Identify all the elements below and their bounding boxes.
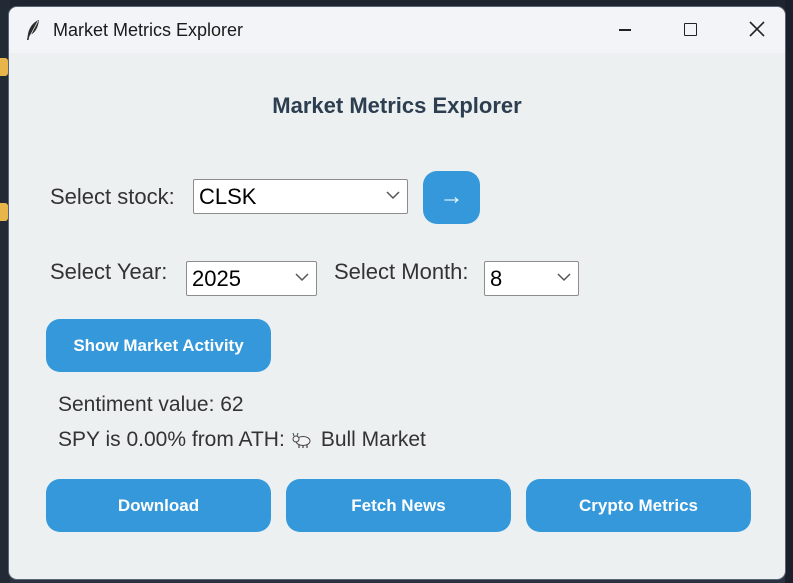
minimize-icon (619, 29, 631, 31)
background-badge (0, 58, 8, 76)
year-label: Select Year: (50, 259, 168, 284)
chevron-down-icon (386, 191, 400, 200)
show-market-activity-button[interactable]: Show Market Activity (46, 319, 271, 372)
title-bar[interactable]: Market Metrics Explorer (9, 7, 785, 53)
month-select[interactable]: 8 (484, 261, 579, 296)
spy-status: SPY is 0.00% from ATH: Bull Market (58, 428, 426, 452)
close-icon (749, 21, 765, 37)
background-badge (0, 203, 8, 221)
background-desktop-right (785, 0, 793, 583)
year-select[interactable]: 2025 (186, 261, 317, 296)
close-button[interactable] (723, 7, 785, 53)
window-title: Market Metrics Explorer (53, 20, 244, 40)
bull-icon (292, 433, 311, 449)
main-content: Market Metrics Explorer Select stock: CL… (9, 53, 785, 579)
sentiment-text: Sentiment value: 62 (58, 393, 244, 416)
fetch-news-button[interactable]: Fetch News (286, 479, 511, 532)
maximize-icon (684, 23, 697, 36)
minimize-button[interactable] (591, 7, 657, 53)
stock-select[interactable]: CLSK (193, 179, 408, 214)
market-status: Bull Market (320, 428, 426, 451)
download-button[interactable]: Download (46, 479, 271, 532)
maximize-button[interactable] (657, 7, 723, 53)
month-select-value: 8 (490, 266, 503, 291)
month-label: Select Month: (334, 259, 469, 284)
stock-select-value: CLSK (199, 184, 257, 209)
chevron-down-icon (557, 273, 571, 282)
chevron-down-icon (295, 273, 309, 282)
go-button[interactable]: → (423, 171, 480, 224)
app-window: Market Metrics Explorer Market Metrics E… (9, 7, 785, 579)
crypto-metrics-button[interactable]: Crypto Metrics (526, 479, 751, 532)
page-title: Market Metrics Explorer (272, 93, 522, 118)
spy-text: SPY is 0.00% from ATH: (58, 428, 285, 451)
year-select-value: 2025 (192, 266, 241, 291)
feather-icon (27, 20, 39, 40)
stock-label: Select stock: (50, 184, 175, 209)
